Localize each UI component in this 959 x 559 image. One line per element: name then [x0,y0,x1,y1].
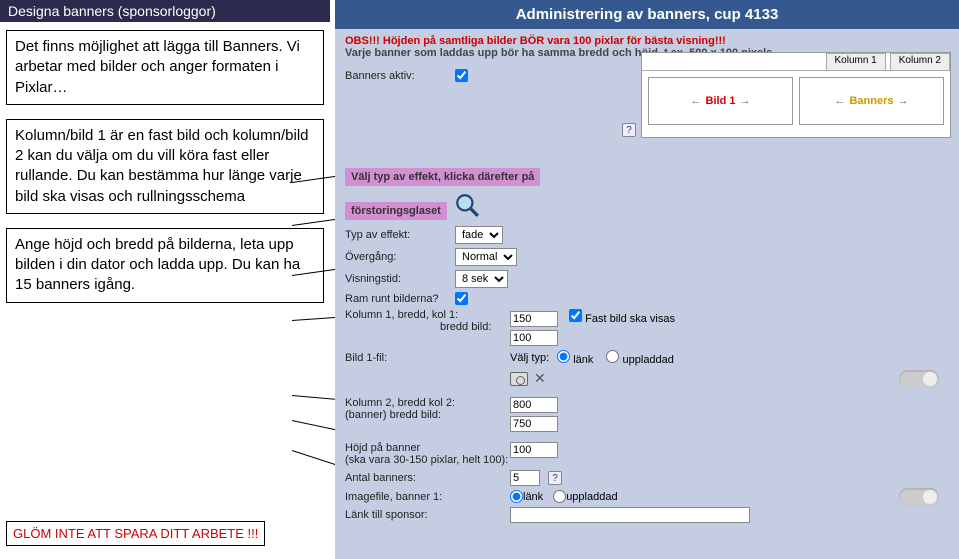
lank-sponsor-label: Länk till sponsor: [345,509,510,521]
valj-typ-label: Välj typ: [510,352,549,364]
valj-typ-lank-radio[interactable] [557,350,570,363]
ram-checkbox[interactable] [455,292,468,305]
toggle-pill[interactable] [899,488,939,506]
row-bild1-upload: ✕ [345,370,949,387]
section-title: Designa banners (sponsorloggor) [0,0,330,22]
kol1-width-input[interactable] [510,311,558,327]
admin-panel: Administrering av banners, cup 4133 OBS!… [335,0,959,559]
row-kolumn2: Kolumn 2, bredd kol 2: (banner) bredd bi… [345,397,949,432]
kol2-bildwidth-input[interactable] [510,416,558,432]
fast-bild-checkbox[interactable] [569,309,582,322]
effect-instruction: Välj typ av effekt, klicka därefter på f… [345,162,949,222]
help-preview-icon[interactable]: ? [622,123,636,137]
preview-bild1: ← Bild 1 → [648,77,793,125]
imagefile-uppladdad-label: uppladdad [566,491,617,503]
antal-label: Antal banners: [345,472,510,484]
imagefile-uppladdad-radio[interactable] [553,490,566,503]
help-antal-icon[interactable]: ? [548,471,562,485]
hilite-line2: förstoringsglaset [345,202,447,220]
banner-preview: Kolumn 1 Kolumn 2 ← Bild 1 → ← Banners →… [641,52,951,138]
kol1-bildwidth-input[interactable] [510,330,558,346]
row-imagefile1: Imagefile, banner 1: länk uppladdad [345,490,949,503]
ram-label: Ram runt bilderna? [345,293,455,305]
kol2-width-input[interactable] [510,397,558,413]
lank-sponsor-input[interactable] [510,507,750,523]
row-hojd: Höjd på banner (ska vara 30-150 pixlar, … [345,442,949,466]
admin-title: Administrering av banners, cup 4133 [335,0,959,29]
camera-icon[interactable] [510,372,528,386]
callout-upload: Ange höjd och bredd på bilderna, leta up… [6,228,324,303]
imagefile-label: Imagefile, banner 1: [345,491,510,503]
preview-banners: ← Banners → [799,77,944,125]
instructions-panel: Designa banners (sponsorloggor) Det finn… [0,0,330,559]
toggle-pill[interactable] [899,370,939,388]
radio-uppladdad-label: uppladdad [623,354,674,366]
overgang-select[interactable]: Normal [455,248,517,266]
arrow-right-icon: → [739,95,750,107]
bild1fil-label: Bild 1-fil: [345,352,510,364]
kolumn2-label: Kolumn 2, bredd kol 2: (banner) bredd bi… [345,397,510,421]
valj-typ-uppladdad-radio[interactable] [606,350,619,363]
row-antal: Antal banners: ? [345,470,949,486]
arrow-left-icon: ← [691,95,702,107]
preview-tab-kol1: Kolumn 1 [826,53,886,70]
visningstid-label: Visningstid: [345,273,455,285]
kolumn1-label: Kolumn 1, bredd, kol 1: bredd bild: [345,309,510,333]
magnifier-icon[interactable] [454,192,480,218]
hojd-input[interactable] [510,442,558,458]
arrow-left-icon: ← [834,95,845,107]
save-warning: GLÖM INTE ATT SPARA DITT ARBETE !!! [6,521,265,546]
hojd-label: Höjd på banner (ska vara 30-150 pixlar, … [345,442,510,466]
fast-bild-label: Fast bild ska visas [585,313,675,325]
row-kolumn1: Kolumn 1, bredd, kol 1: bredd bild: Fast… [345,309,949,346]
row-typ-av-effekt: Typ av effekt: fade [345,226,949,244]
antal-input[interactable] [510,470,540,486]
row-ram: Ram runt bilderna? [345,292,949,305]
callout-kolumn: Kolumn/bild 1 är en fast bild och kolumn… [6,119,324,214]
imagefile-lank-radio[interactable] [510,490,523,503]
row-lank-sponsor: Länk till sponsor: [345,507,949,523]
callout-intro: Det finns möjlighet att lägga till Banne… [6,30,324,105]
remove-icon[interactable]: ✕ [534,370,546,387]
hilite-line1: Välj typ av effekt, klicka därefter på [345,168,540,186]
imagefile-lank-label: länk [523,491,543,503]
overgang-label: Övergång: [345,251,455,263]
warning-line-1: OBS!!! Höjden på samtliga bilder BÖR var… [345,35,949,47]
row-bild1fil: Bild 1-fil: Välj typ: länk uppladdad [345,350,949,366]
row-visningstid: Visningstid: 8 sek [345,270,949,288]
radio-lank-label: länk [573,354,593,366]
arrow-right-icon: → [898,95,909,107]
row-overgang: Övergång: Normal [345,248,949,266]
typ-av-effekt-select[interactable]: fade [455,226,503,244]
banners-aktiv-label: Banners aktiv: [345,70,455,82]
visningstid-select[interactable]: 8 sek [455,270,508,288]
banners-aktiv-checkbox[interactable] [455,69,468,82]
preview-tab-kol2: Kolumn 2 [890,53,950,70]
typ-av-effekt-label: Typ av effekt: [345,229,455,241]
